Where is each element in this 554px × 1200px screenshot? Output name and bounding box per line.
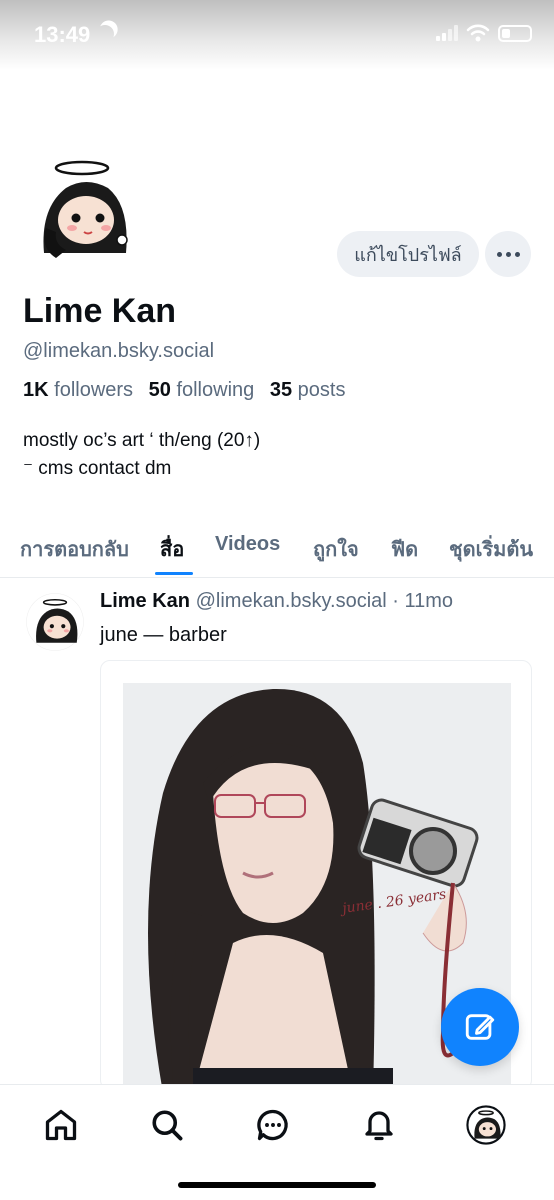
post-separator: ·: [392, 590, 399, 612]
compose-button[interactable]: [441, 988, 519, 1066]
profile-handle: @limekan.bsky.social: [23, 340, 215, 362]
nav-chat[interactable]: [251, 1103, 295, 1147]
tab-videos[interactable]: Videos: [215, 533, 280, 556]
signal-icon: [436, 25, 458, 41]
chat-icon: [257, 1109, 288, 1141]
display-name: Lime Kan: [23, 292, 177, 330]
profile-stats: 1K followers 50 following 35 posts: [23, 379, 345, 402]
profile-avatar[interactable]: [26, 158, 138, 270]
post-timestamp[interactable]: 11mo: [405, 590, 454, 612]
tab-replies[interactable]: การตอบกลับ: [20, 533, 129, 565]
home-indicator: [178, 1182, 376, 1188]
nav-notifications[interactable]: [357, 1103, 401, 1147]
profile-bio: mostly oc’s art ‘ th/eng (20↑) ⁻ cms con…: [23, 430, 261, 479]
posts-count: 35 posts: [269, 379, 346, 401]
post-author-avatar[interactable]: [26, 593, 84, 651]
bell-icon: [365, 1111, 393, 1141]
home-icon: [45, 1109, 77, 1141]
edit-profile-button[interactable]: แก้ไขโปรไฟล์: [337, 231, 479, 277]
search-icon: [152, 1110, 183, 1141]
post-author-handle[interactable]: @limekan.bsky.social: [196, 590, 387, 612]
nav-search[interactable]: [145, 1103, 189, 1147]
battery-icon: [498, 24, 532, 42]
post-author-name[interactable]: Lime Kan: [100, 590, 190, 612]
ellipsis-icon: [496, 251, 502, 257]
tab-media[interactable]: สื่อ: [160, 533, 184, 565]
status-bar: 13:49: [0, 0, 554, 70]
tab-feeds[interactable]: ฟีด: [391, 533, 418, 565]
followers-link[interactable]: 1K followers: [23, 379, 133, 401]
tab-likes[interactable]: ถูกใจ: [313, 533, 359, 565]
post-header: Lime Kan @limekan.bsky.social · 11mo: [100, 590, 453, 613]
nav-profile[interactable]: [464, 1103, 508, 1147]
more-options-button[interactable]: [485, 231, 531, 277]
profile-tabs: การตอบกลับ สื่อ Videos ถูกใจ ฟีด ชุดเริ่…: [0, 527, 554, 578]
tab-starter-packs[interactable]: ชุดเริ่มต้น: [449, 533, 533, 565]
profile-avatar-icon: [466, 1105, 506, 1145]
compose-icon: [465, 1014, 495, 1040]
moon-icon: [93, 22, 116, 45]
bottom-nav: [0, 1084, 554, 1200]
following-link[interactable]: 50 following: [149, 379, 255, 401]
active-tab-indicator: [155, 572, 193, 575]
post-text: june — barber: [100, 624, 227, 646]
wifi-icon: [466, 24, 490, 42]
status-time: 13:49: [34, 22, 91, 47]
nav-home[interactable]: [39, 1103, 83, 1147]
status-indicators: [436, 24, 532, 42]
